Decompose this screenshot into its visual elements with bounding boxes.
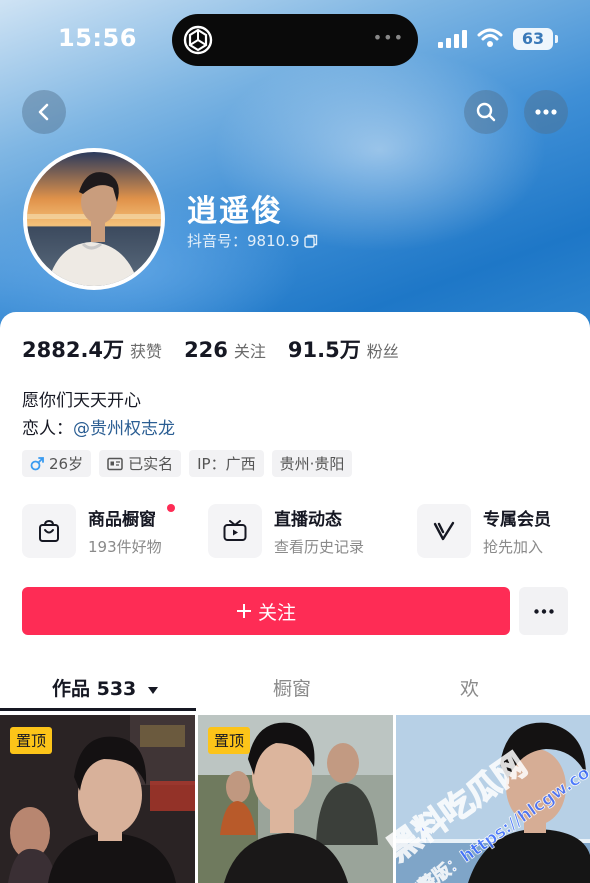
- more-dots-icon: [533, 608, 554, 614]
- bio-line-2: 恋人：@贵州权志龙: [22, 414, 175, 439]
- tv-icon: [208, 504, 262, 558]
- plus-icon: [236, 604, 251, 618]
- stat-likes-label: 获赞: [130, 342, 163, 361]
- notification-dot: [167, 504, 175, 512]
- pinned-badge: 置顶: [10, 727, 53, 754]
- search-icon: [476, 102, 496, 122]
- avatar[interactable]: [23, 148, 165, 290]
- feature-live-title: 直播动态: [274, 510, 342, 530]
- more-dots-icon: [535, 109, 557, 115]
- feature-live-history[interactable]: 直播动态 查看历史记录: [208, 504, 364, 558]
- pinned-badge: 置顶: [208, 727, 251, 754]
- avatar-photo: [27, 152, 161, 286]
- search-button[interactable]: [464, 90, 508, 134]
- stat-followers-count: 91.5万: [287, 338, 361, 362]
- stat-following[interactable]: 226 关注: [184, 338, 266, 362]
- douyin-id-text: 抖音号：9810.9: [187, 232, 300, 250]
- video-grid: 置顶 置顶: [0, 715, 590, 883]
- video-thumb[interactable]: 置顶: [198, 715, 393, 883]
- back-button[interactable]: [22, 90, 66, 134]
- tab-active-indicator: [0, 708, 196, 711]
- tag-location: 贵州·贵阳: [271, 450, 353, 477]
- stat-following-count: 226: [184, 338, 228, 362]
- tab-shop-window[interactable]: 橱窗: [273, 674, 311, 701]
- tag-age: 26岁: [22, 450, 92, 477]
- tag-verified: 已实名: [99, 450, 182, 477]
- status-time: 15:56: [58, 24, 137, 52]
- stat-following-label: 关注: [233, 342, 266, 361]
- tag-ip: IP：广西: [189, 450, 264, 477]
- signal-icon: [438, 30, 468, 48]
- feature-shop-title: 商品橱窗: [88, 510, 156, 530]
- stat-likes[interactable]: 2882.4万 获赞: [22, 334, 162, 364]
- id-card-icon: [107, 457, 123, 470]
- copy-icon: [303, 234, 317, 248]
- tag-location-text: 贵州·贵阳: [279, 455, 345, 473]
- bio-line-1: 愿你们天天开心: [22, 391, 141, 411]
- profile-stats: 2882.4万 获赞 226 关注 91.5万 粉丝: [22, 334, 421, 364]
- shopping-bag-icon: [22, 504, 76, 558]
- feature-entries: 商品橱窗 193件好物 直播动态 查看历史记录 专属会员 抢先加入: [22, 504, 572, 560]
- dynamic-island: •••: [172, 14, 418, 66]
- chevron-left-icon: [38, 103, 49, 121]
- feature-membership-sub: 抢先加入: [483, 538, 544, 556]
- profile-tabs: 作品 533 橱窗 欢: [0, 668, 590, 712]
- island-dots-icon: •••: [372, 28, 404, 47]
- tag-verified-text: 已实名: [128, 455, 174, 473]
- stat-followers-label: 粉丝: [366, 342, 399, 361]
- wifi-icon: [477, 28, 503, 47]
- stat-followers[interactable]: 91.5万 粉丝: [288, 334, 399, 364]
- tag-age-text: 26岁: [49, 455, 84, 473]
- feature-shop-window[interactable]: 商品橱窗 193件好物: [22, 504, 175, 558]
- follow-button[interactable]: 关注: [22, 587, 510, 635]
- tag-ip-text: IP：广西: [197, 455, 256, 473]
- more-options-button[interactable]: [524, 90, 568, 134]
- video-cover-image: [396, 715, 590, 883]
- more-actions-button[interactable]: [519, 587, 568, 635]
- video-thumb[interactable]: [396, 715, 590, 883]
- app-logo-icon: [183, 25, 213, 55]
- feature-shop-sub: 193件好物: [88, 538, 162, 556]
- feature-membership-title: 专属会员: [483, 510, 551, 530]
- v-badge-icon: [417, 504, 471, 558]
- feature-membership[interactable]: 专属会员 抢先加入: [417, 504, 551, 558]
- follow-button-label: 关注: [257, 601, 296, 624]
- bio-partner-label: 恋人：: [22, 419, 73, 439]
- tab-works[interactable]: 作品 533: [52, 674, 159, 701]
- profile-username: 逍遥俊: [187, 194, 283, 229]
- male-icon: [30, 456, 44, 470]
- douyin-id[interactable]: 抖音号：9810.9: [187, 230, 318, 251]
- video-thumb[interactable]: 置顶: [0, 715, 195, 883]
- caret-down-icon: [147, 687, 158, 694]
- feature-live-sub: 查看历史记录: [274, 538, 365, 556]
- tab-likes[interactable]: 欢: [460, 674, 479, 701]
- partner-mention-link[interactable]: @贵州权志龙: [73, 419, 175, 439]
- tab-works-label: 作品 533: [52, 678, 137, 700]
- stat-likes-count: 2882.4万: [22, 338, 125, 362]
- profile-tags: 26岁 已实名 IP：广西 贵州·贵阳: [22, 450, 353, 477]
- battery-indicator: 63: [513, 28, 558, 50]
